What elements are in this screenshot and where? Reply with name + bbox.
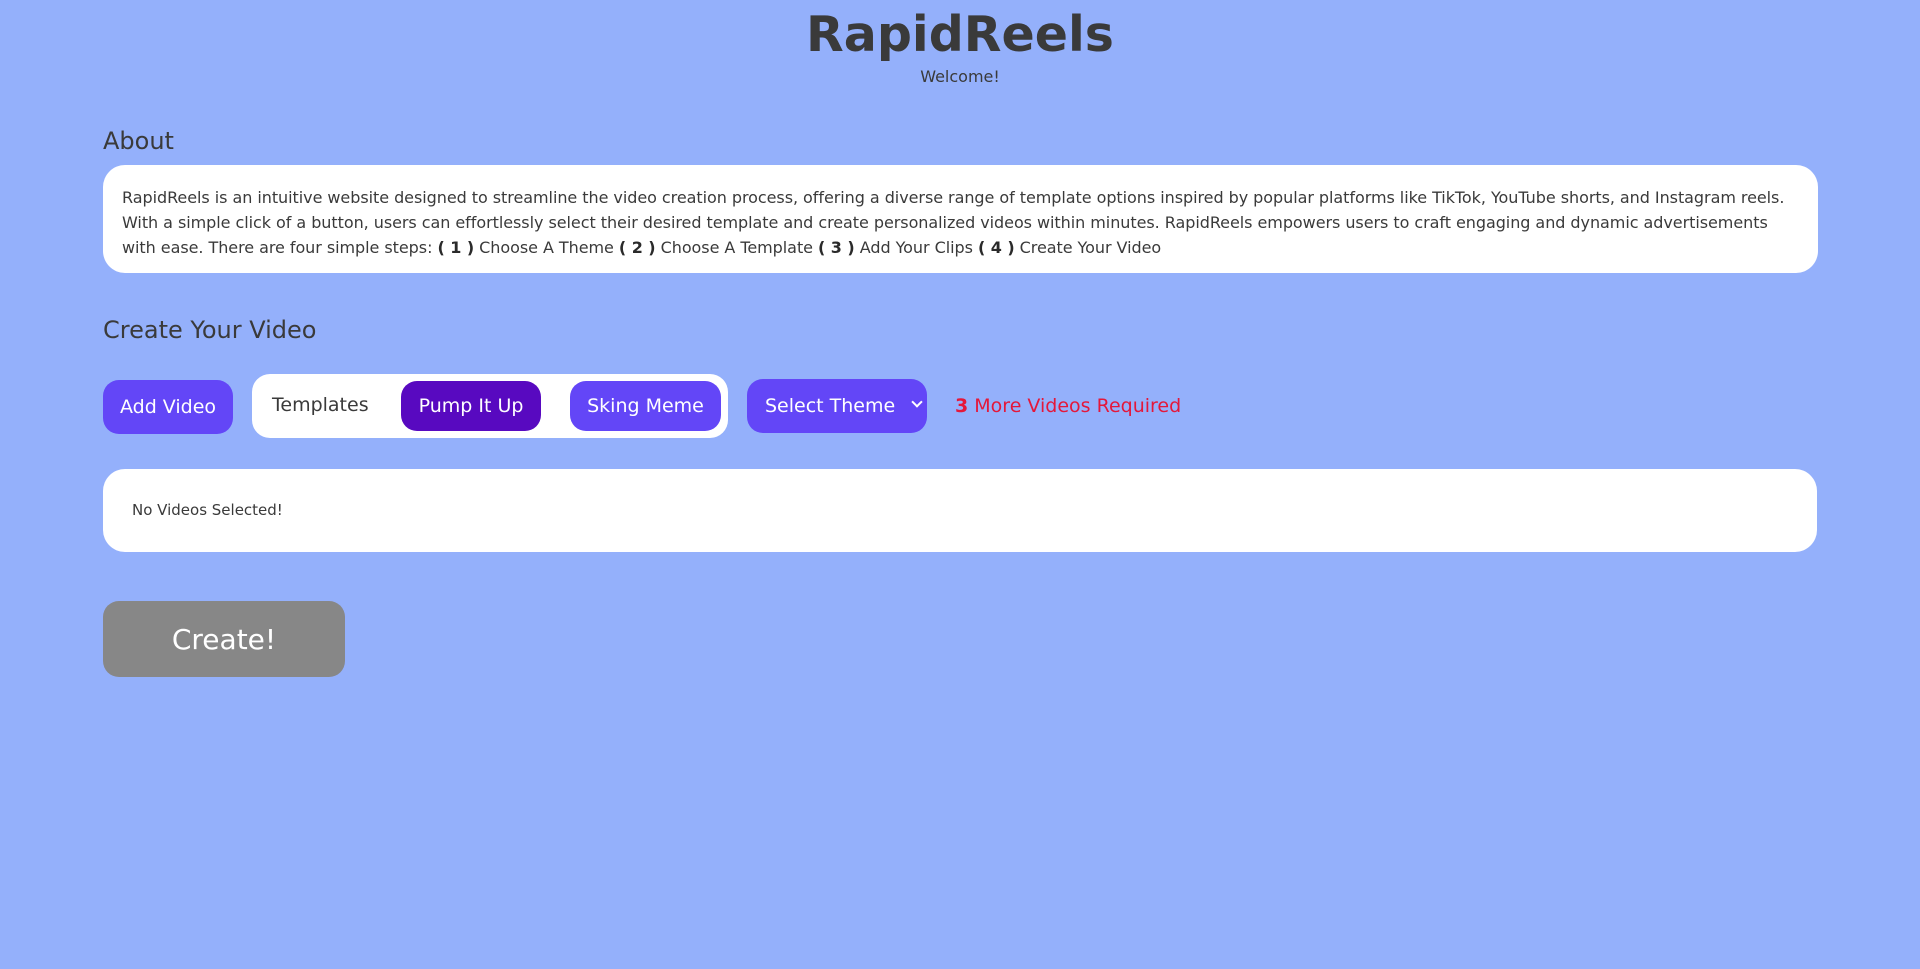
step-1-number: ( 1 ) <box>437 238 475 257</box>
step-1-text: Choose A Theme <box>479 238 614 257</box>
create-button[interactable]: Create! <box>103 601 345 677</box>
welcome-text: Welcome! <box>920 67 1000 86</box>
theme-select[interactable]: Select Theme <box>747 379 927 433</box>
add-video-button[interactable]: Add Video <box>103 380 233 434</box>
selected-videos-panel: No Videos Selected! <box>103 469 1817 552</box>
step-4-number: ( 4 ) <box>977 238 1015 257</box>
about-box: RapidReels is an intuitive website desig… <box>103 165 1818 273</box>
template-sking-meme-button[interactable]: Sking Meme <box>570 381 721 431</box>
template-pump-it-up-button[interactable]: Pump It Up <box>401 381 541 431</box>
about-heading: About <box>103 127 174 155</box>
step-3-number: ( 3 ) <box>818 238 855 257</box>
step-2-number: ( 2 ) <box>618 238 656 257</box>
theme-select-value: Select Theme <box>765 395 896 417</box>
videos-required-count: 3 <box>955 395 969 417</box>
step-4-text: Create Your Video <box>1019 238 1162 257</box>
step-2-text: Choose A Template <box>660 238 813 257</box>
no-videos-message: No Videos Selected! <box>132 501 283 519</box>
videos-required-message: 3 More Videos Required <box>955 395 1181 417</box>
chevron-down-icon <box>911 396 923 408</box>
templates-group: Templates Pump It Up Sking Meme <box>252 374 728 438</box>
videos-required-text: More Videos Required <box>974 395 1182 417</box>
step-3-text: Add Your Clips <box>859 238 973 257</box>
create-heading: Create Your Video <box>103 316 317 344</box>
site-title: RapidReels <box>806 6 1114 63</box>
templates-label: Templates <box>272 394 369 416</box>
